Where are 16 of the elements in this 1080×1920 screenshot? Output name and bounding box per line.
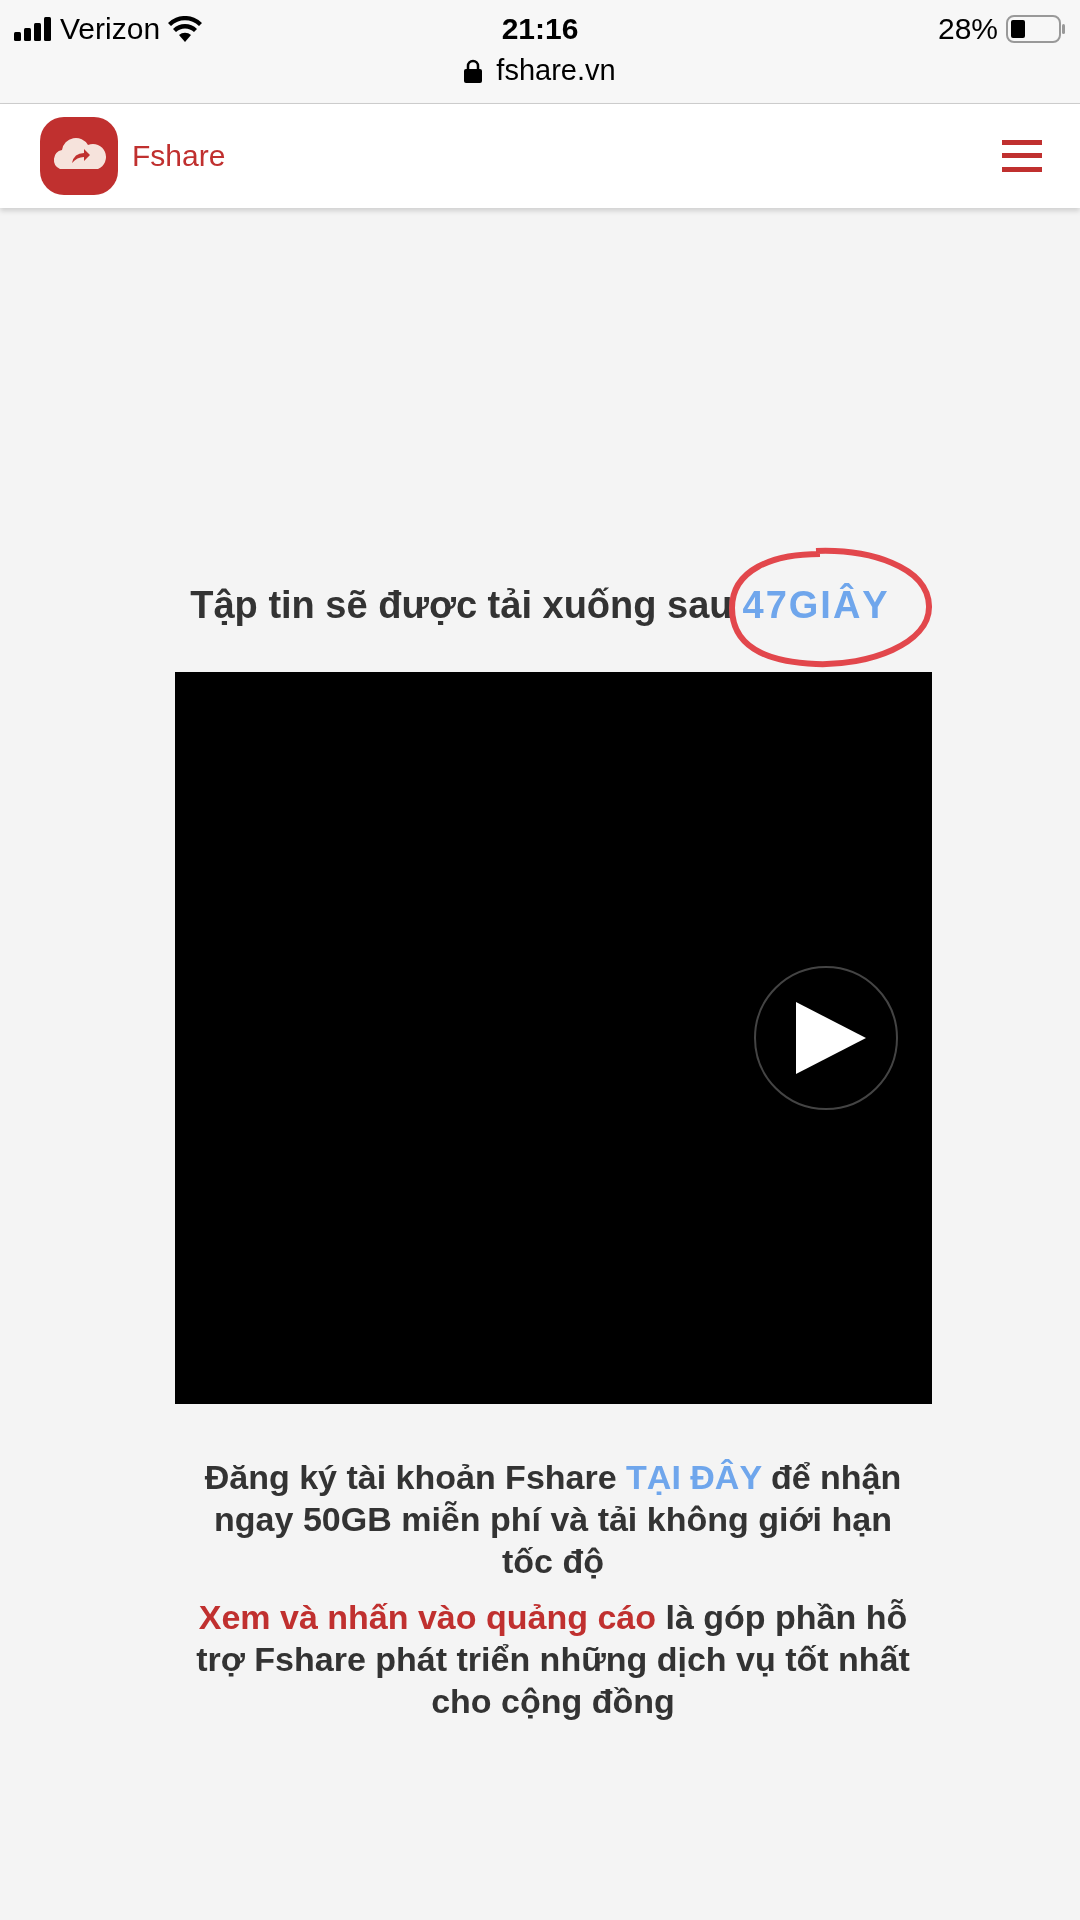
carrier-name: Verizon [60, 12, 161, 46]
lock-icon [464, 58, 483, 83]
play-icon[interactable] [752, 965, 899, 1111]
signal-icon [14, 17, 52, 41]
url-text[interactable]: fshare.vn [496, 54, 616, 87]
battery-percent: 28% [937, 12, 998, 46]
wifi-icon [168, 16, 203, 42]
info-paragraph: Đăng ký tài khoản Fshare TẠI ĐÂY để nhận ngay 50GB miễn phí và tải không giới hạn tốc độ [203, 1457, 903, 1582]
clock-time: 21:16 [501, 12, 579, 46]
brand-name[interactable]: Fshare [132, 139, 226, 173]
menu-icon[interactable] [1002, 140, 1042, 172]
info-paragraph: Xem và nhấn vào quảng cáo là góp phần hỗ trợ Fshare phát triển những dịch vụ tốt nhất cho cộng đồng [195, 1597, 911, 1722]
battery-icon [1006, 15, 1066, 43]
download-countdown-label: Tập tin sẽ được tải xuống sau [190, 583, 733, 627]
cloud-logo-icon[interactable] [40, 117, 118, 195]
countdown-value: 47GIÂY [742, 583, 890, 627]
